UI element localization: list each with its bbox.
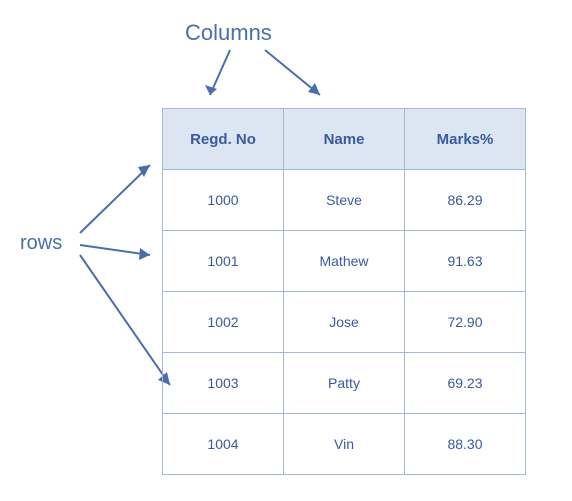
table-row: 1002 Jose 72.90 — [163, 292, 526, 353]
table-row: 1003 Patty 69.23 — [163, 353, 526, 414]
cell: Patty — [284, 353, 405, 414]
cell: Mathew — [284, 231, 405, 292]
cell: Vin — [284, 414, 405, 475]
table-row: 1000 Steve 86.29 — [163, 170, 526, 231]
cell: 1003 — [163, 353, 284, 414]
columns-label: Columns — [185, 20, 272, 46]
cell: Jose — [284, 292, 405, 353]
cell: 88.30 — [405, 414, 526, 475]
cell: 69.23 — [405, 353, 526, 414]
cell: 1004 — [163, 414, 284, 475]
cell: 1000 — [163, 170, 284, 231]
cell: Steve — [284, 170, 405, 231]
col-header: Marks% — [405, 109, 526, 170]
cell: 91.63 — [405, 231, 526, 292]
cell: 1002 — [163, 292, 284, 353]
col-header: Regd. No — [163, 109, 284, 170]
col-header: Name — [284, 109, 405, 170]
table-header-row: Regd. No Name Marks% — [163, 109, 526, 170]
rows-label: rows — [20, 232, 62, 255]
table-row: 1001 Mathew 91.63 — [163, 231, 526, 292]
column-arrow-2 — [245, 45, 345, 105]
cell: 1001 — [163, 231, 284, 292]
cell: 86.29 — [405, 170, 526, 231]
cell: 72.90 — [405, 292, 526, 353]
data-table: Regd. No Name Marks% 1000 Steve 86.29 10… — [162, 108, 526, 475]
table-row: 1004 Vin 88.30 — [163, 414, 526, 475]
